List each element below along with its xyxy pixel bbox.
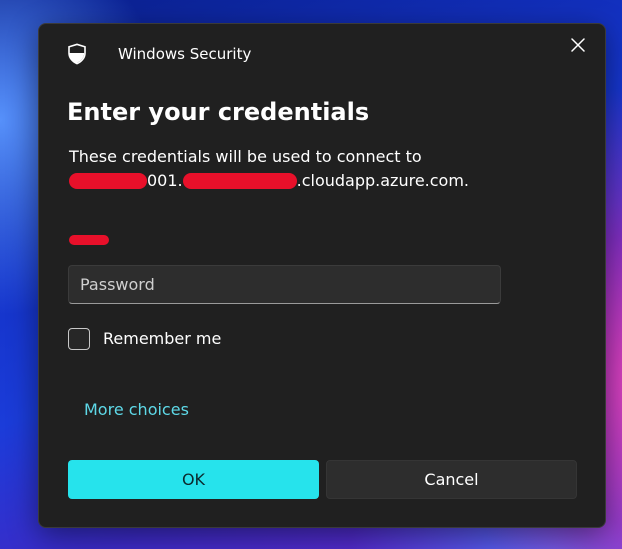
host-middle: 001. — [147, 171, 183, 190]
dialog-description: These credentials will be used to connec… — [69, 147, 422, 166]
redaction-mark — [182, 173, 297, 189]
checkbox-box[interactable] — [68, 328, 90, 350]
shield-icon — [68, 43, 86, 65]
redaction-mark — [69, 173, 147, 189]
password-input[interactable] — [68, 265, 501, 304]
window-title: Windows Security — [118, 45, 252, 63]
more-choices-link[interactable]: More choices — [84, 398, 189, 422]
credentials-dialog: Windows Security Enter your credentials … — [38, 23, 606, 528]
host-line: 001. .cloudapp.azure.com. — [69, 169, 469, 193]
remember-me-checkbox[interactable]: Remember me — [68, 327, 221, 351]
remember-me-label[interactable]: Remember me — [103, 327, 221, 351]
cancel-button[interactable]: Cancel — [326, 460, 577, 499]
close-button[interactable] — [563, 30, 593, 60]
close-icon — [571, 38, 585, 52]
username-redaction — [69, 235, 109, 245]
host-suffix: .cloudapp.azure.com. — [296, 171, 469, 190]
dialog-heading: Enter your credentials — [67, 98, 370, 126]
ok-button[interactable]: OK — [68, 460, 319, 499]
